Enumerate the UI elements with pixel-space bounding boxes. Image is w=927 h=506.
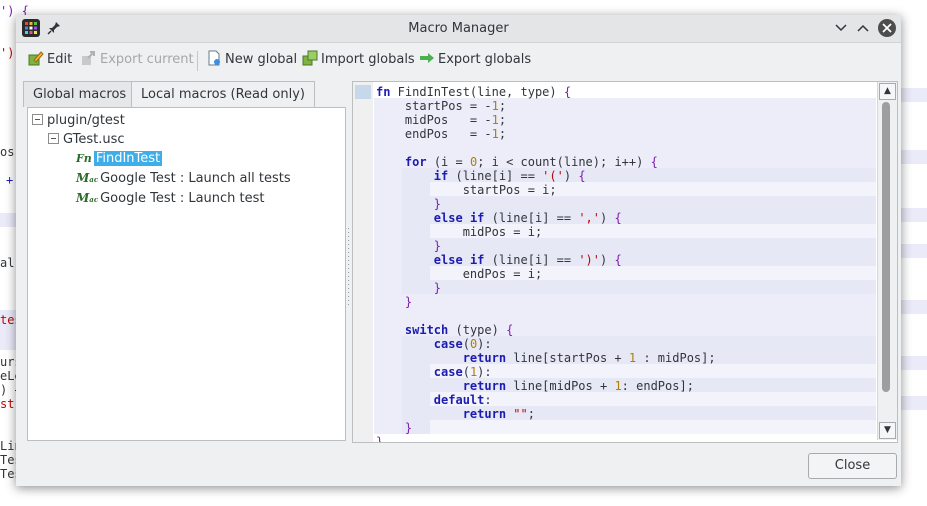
tree-item-label: Google Test : Launch all tests — [100, 171, 291, 186]
vertical-scrollbar[interactable]: ▲ ▼ — [877, 82, 897, 440]
background-band — [897, 396, 927, 410]
code-line: midPos = -1; — [376, 113, 507, 127]
scope-highlight — [430, 420, 876, 434]
background-band — [897, 356, 927, 370]
tree-node-plugin[interactable]: plugin/gtest — [32, 111, 125, 130]
scroll-up-icon[interactable]: ▲ — [879, 83, 896, 100]
code-line: switch (type) { — [404, 323, 514, 337]
code-line: } — [376, 435, 384, 443]
export-globals-label: Export globals — [438, 52, 532, 67]
macro-icon: Mac — [76, 171, 99, 185]
import-globals-label: Import globals — [321, 52, 415, 67]
tab-local-label: Local macros (Read only) — [141, 87, 305, 102]
function-icon: Fn — [76, 152, 92, 165]
tree-item-macro[interactable]: Mac Google Test : Launch all tests — [76, 169, 291, 188]
scope-highlight — [430, 392, 876, 406]
pin-icon[interactable] — [46, 20, 62, 36]
tree-item-label: Google Test : Launch test — [100, 191, 265, 206]
code-line: for (i = 0; i < count(line); i++) { — [404, 155, 658, 169]
code-line: case(0): — [433, 337, 492, 351]
tab-local-macros[interactable]: Local macros (Read only) — [131, 81, 315, 109]
code-line: fn FindInTest(line, type) { — [376, 85, 572, 99]
code-line: startPos = -1; — [376, 99, 507, 113]
code-line: endPos = -1; — [376, 127, 507, 141]
code-line: } — [433, 281, 442, 295]
background-code-fragment: ') — [0, 46, 15, 60]
close-button[interactable]: Close — [808, 453, 897, 479]
background-code-fragment: st — [0, 397, 15, 411]
tab-global-label: Global macros — [33, 87, 127, 102]
splitter-handle[interactable] — [347, 225, 351, 305]
close-icon[interactable] — [877, 18, 897, 38]
code-line: } — [404, 295, 413, 309]
tree-item-macro[interactable]: Mac Google Test : Launch test — [76, 189, 265, 208]
edit-button[interactable]: Edit — [28, 49, 72, 71]
tree-node-label: plugin/gtest — [47, 113, 125, 128]
chevron-down-icon[interactable] — [831, 19, 851, 39]
scroll-down-icon[interactable]: ▼ — [879, 422, 896, 439]
code-line: midPos = i; — [376, 225, 543, 239]
code-line: return ""; — [462, 407, 535, 421]
toolbar-separator — [197, 51, 198, 71]
title-bar[interactable]: Macro Manager — [16, 15, 901, 43]
new-global-label: New global — [225, 52, 298, 67]
scope-highlight — [430, 364, 876, 378]
code-line: startPos = i; — [376, 183, 557, 197]
export-current-icon — [82, 51, 95, 65]
close-button-label: Close — [834, 458, 871, 473]
code-line: default: — [433, 393, 492, 407]
edit-icon — [28, 51, 44, 66]
tree-item-label: FindInTest — [93, 151, 163, 166]
new-document-icon — [208, 50, 220, 66]
edit-label: Edit — [47, 52, 73, 67]
import-icon — [302, 50, 318, 66]
code-line: else if (line[i] == ',') { — [433, 211, 622, 225]
background-code-fragment: al — [0, 256, 15, 270]
background-band — [897, 150, 927, 164]
code-line: if (line[i] == '(') { — [433, 169, 586, 183]
code-line: case(1): — [433, 365, 492, 379]
tab-global-macros[interactable]: Global macros — [23, 81, 137, 107]
code-line: } — [404, 421, 413, 435]
new-global-button[interactable]: New global — [206, 49, 297, 71]
arrow-right-icon — [420, 53, 434, 63]
collapse-icon[interactable] — [32, 114, 43, 125]
background-band — [897, 208, 927, 222]
tree-node-label: GTest.usc — [63, 132, 125, 147]
window-title: Macro Manager — [408, 21, 509, 36]
export-current-label: Export current — [100, 52, 194, 67]
current-line-marker — [355, 85, 371, 99]
code-line: } — [433, 239, 442, 253]
code-line: return line[midPos + 1: endPos]; — [462, 379, 694, 393]
macro-manager-dialog: Macro Manager Edit Export current New gl… — [16, 15, 901, 486]
chevron-up-icon[interactable] — [853, 19, 873, 39]
macro-tree[interactable]: plugin/gtest GTest.usc Fn FindInTest Mac G… — [27, 107, 346, 441]
toolbar: Edit Export current New global Import gl… — [16, 43, 901, 76]
tree-node-file[interactable]: GTest.usc — [48, 130, 125, 149]
background-band — [897, 88, 927, 102]
export-globals-button[interactable]: Export globals — [419, 49, 531, 71]
export-current-button[interactable]: Export current — [81, 49, 194, 71]
background-band — [897, 300, 927, 314]
code-line: endPos = i; — [376, 267, 543, 281]
code-line: else if (line[i] == ')') { — [433, 253, 622, 267]
import-globals-button[interactable]: Import globals — [302, 49, 415, 71]
code-line: } — [433, 197, 442, 211]
background-code-fragment: + — [6, 173, 14, 187]
collapse-icon[interactable] — [48, 133, 59, 144]
code-editor[interactable]: fn FindInTest(line, type) { startPos = -… — [352, 81, 898, 443]
code-line: return line[startPos + 1 : midPos]; — [462, 351, 716, 365]
editor-gutter — [353, 82, 373, 442]
background-band — [897, 244, 927, 258]
scroll-thumb[interactable] — [882, 102, 890, 392]
tree-item-function[interactable]: Fn FindInTest — [76, 149, 163, 168]
background-code-fragment: os — [0, 145, 15, 159]
app-grid-icon[interactable] — [22, 19, 40, 37]
macro-icon: Mac — [76, 191, 99, 205]
